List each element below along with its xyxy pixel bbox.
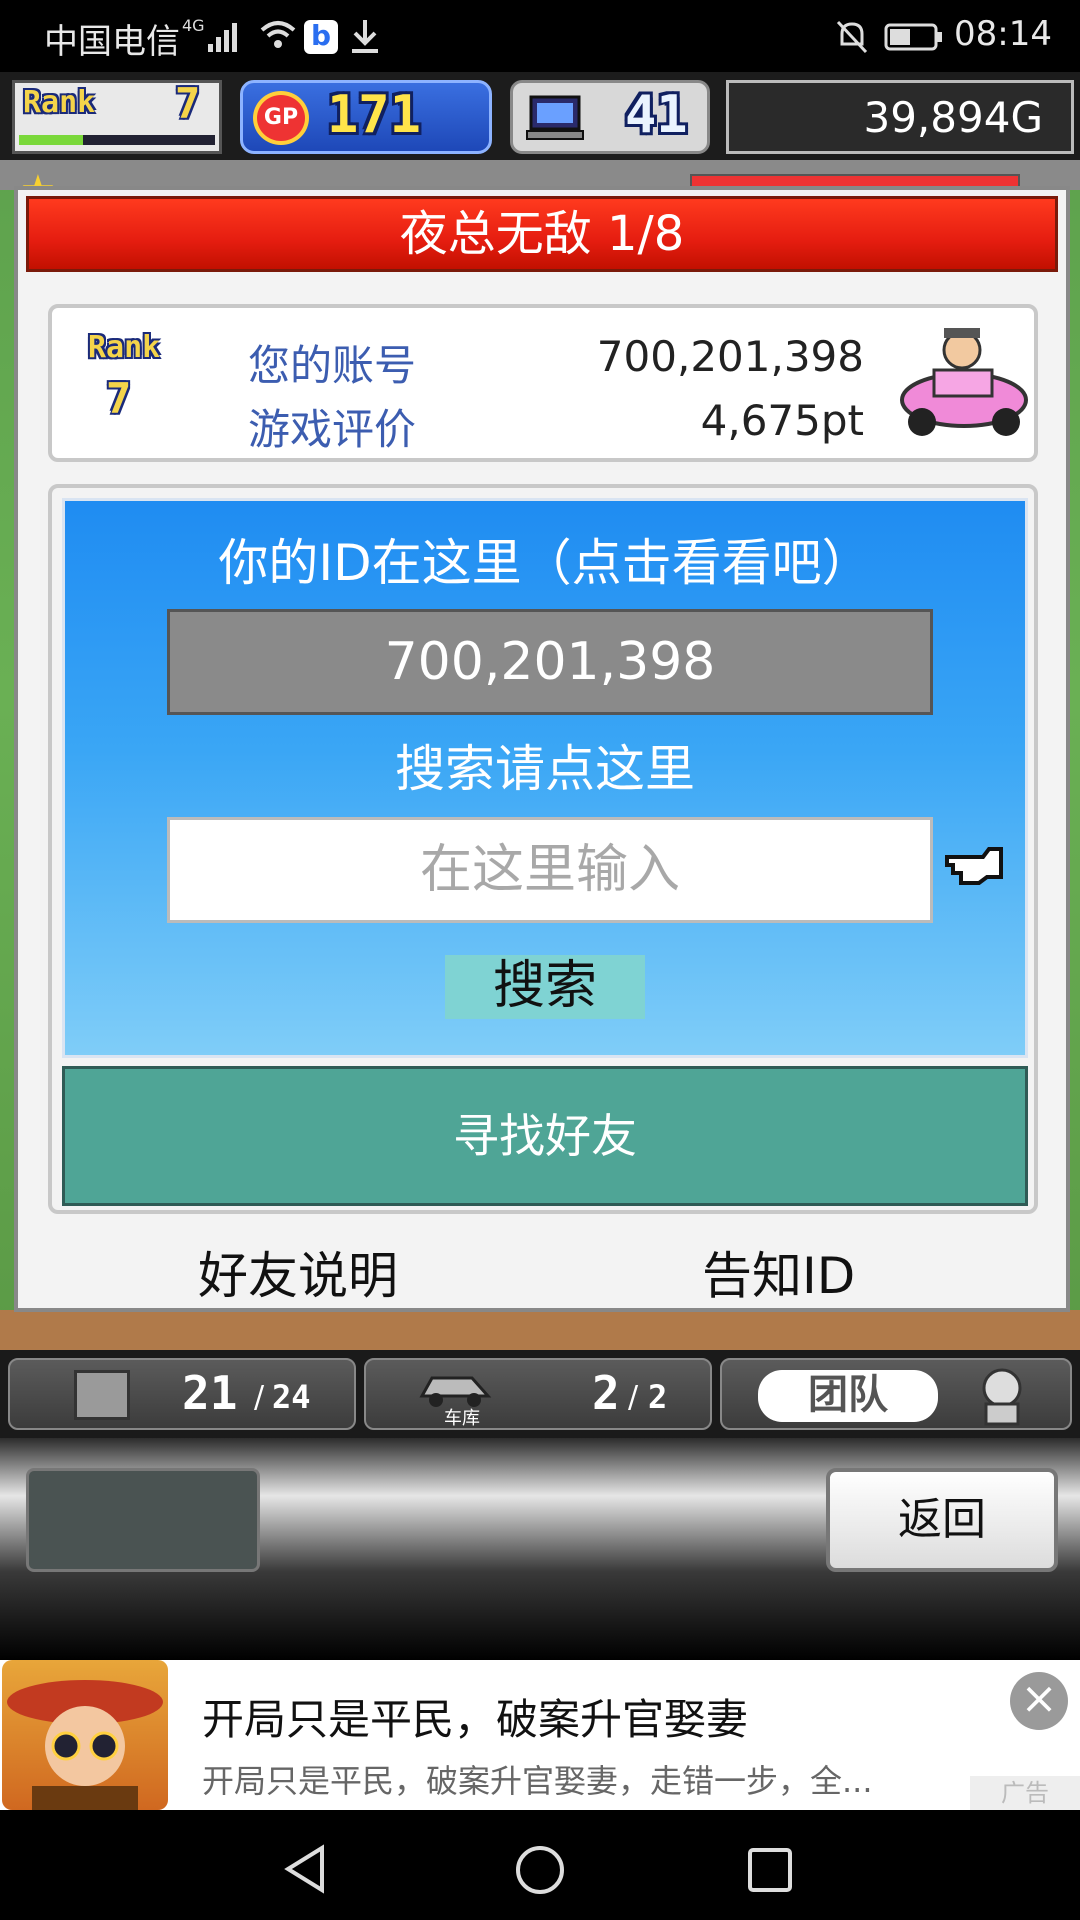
- rating-label: 游戏评价: [248, 405, 417, 454]
- game-hud: Rank 7 GP 171 41 39,894G: [0, 72, 1080, 160]
- computer-value: 41: [625, 85, 688, 145]
- ad-banner[interactable]: 开局只是平民，破案升官娶妻 开局只是平民，破案升官娶妻，走错一步，全... × …: [0, 1660, 1080, 1810]
- friend-info-link[interactable]: 好友说明: [198, 1236, 398, 1308]
- pointing-hand-icon: [945, 847, 1003, 885]
- blank-button[interactable]: [26, 1468, 260, 1572]
- status-bar: 中国电信 4G b 08:14: [0, 0, 1080, 72]
- team-slot[interactable]: 团队: [720, 1358, 1072, 1430]
- player-car-avatar-icon: [900, 328, 1028, 436]
- back-button[interactable]: 返回: [826, 1468, 1058, 1572]
- rank-progress-bar: [19, 135, 215, 145]
- network-type: 4G: [182, 16, 205, 35]
- gp-counter[interactable]: GP 171: [240, 80, 492, 154]
- carrier-label: 中国电信: [44, 22, 180, 62]
- rank-label: Rank: [88, 330, 161, 365]
- ad-character-icon: [7, 1680, 163, 1810]
- id-prompt: 你的ID在这里（点击看看吧）: [218, 534, 872, 592]
- ground: [0, 1310, 1080, 1350]
- friend-dialog: 夜总无敌 1/8 Rank 7 您的账号 700,201,398 游戏评价 4,…: [14, 186, 1070, 1312]
- ad-description[interactable]: 开局只是平民，破案升官娶妻，走错一步，全...: [202, 1756, 873, 1802]
- tell-id-link[interactable]: 告知ID: [702, 1236, 855, 1308]
- ad-close-icon[interactable]: ×: [1010, 1672, 1068, 1730]
- account-label: 您的账号: [248, 341, 417, 390]
- rank-label: Rank: [23, 85, 96, 120]
- signal-icon: [208, 23, 237, 52]
- id-panel: 你的ID在这里（点击看看吧） 700,201,398 搜索请点这里 搜索 寻找好…: [48, 484, 1038, 1214]
- money-value: 39,894G: [863, 93, 1043, 142]
- bottom-panel: 返回: [0, 1438, 1080, 1660]
- ad-title[interactable]: 开局只是平民，破案升官娶妻: [202, 1686, 748, 1747]
- mute-icon: [836, 20, 868, 54]
- wifi-icon: [260, 21, 296, 48]
- back-nav-icon[interactable]: [282, 1844, 328, 1894]
- team-label: 团队: [758, 1370, 938, 1422]
- slots-count: 21: [182, 1366, 238, 1420]
- computer-counter[interactable]: 41: [510, 80, 710, 154]
- garage-slot[interactable]: 车库 2 / 2: [364, 1358, 712, 1430]
- battery-icon: [884, 23, 942, 51]
- search-button[interactable]: 搜索: [445, 955, 645, 1019]
- clock: 08:14: [954, 14, 1052, 54]
- app-notification-icon: b: [304, 20, 338, 54]
- ad-tag: 广告: [970, 1776, 1080, 1810]
- computer-icon: [526, 95, 584, 140]
- home-nav-icon[interactable]: [514, 1844, 566, 1896]
- ad-image[interactable]: [2, 1660, 168, 1810]
- navigation-bar: [0, 1810, 1080, 1920]
- garage-count: 2: [592, 1366, 620, 1420]
- rank-value: 7: [175, 79, 201, 128]
- garage-total: 2: [648, 1378, 668, 1416]
- slots-total: 24: [272, 1378, 311, 1416]
- rating-value: 4,675pt: [700, 396, 864, 445]
- recents-nav-icon[interactable]: [746, 1846, 794, 1894]
- crate-icon: [74, 1370, 130, 1420]
- search-input[interactable]: [167, 817, 933, 923]
- storage-slot[interactable]: 21 / 24: [8, 1358, 356, 1430]
- my-id-box[interactable]: 700,201,398: [167, 609, 933, 715]
- search-prompt: 搜索请点这里: [395, 740, 695, 798]
- team-member-icon: [982, 1368, 1022, 1426]
- gp-value: 171: [327, 85, 421, 145]
- dialog-title: 夜总无敌 1/8: [26, 196, 1058, 272]
- garage-label: 车库: [444, 1408, 480, 1429]
- account-card: Rank 7 您的账号 700,201,398 游戏评价 4,675pt: [48, 304, 1038, 462]
- account-value: 700,201,398: [596, 332, 864, 381]
- rank-progress-fill: [19, 135, 83, 145]
- bottom-toolbar: 21 / 24 车库 2 / 2 团队: [0, 1350, 1080, 1438]
- rank-badge[interactable]: Rank 7: [12, 79, 222, 154]
- rank-value: 7: [106, 374, 132, 423]
- gp-coin-icon: GP: [253, 91, 309, 145]
- id-panel-blue: 你的ID在这里（点击看看吧） 700,201,398 搜索请点这里 搜索: [62, 498, 1028, 1058]
- find-friends-button[interactable]: 寻找好友: [62, 1066, 1028, 1206]
- money-counter: 39,894G: [726, 80, 1074, 154]
- download-icon: [352, 20, 378, 53]
